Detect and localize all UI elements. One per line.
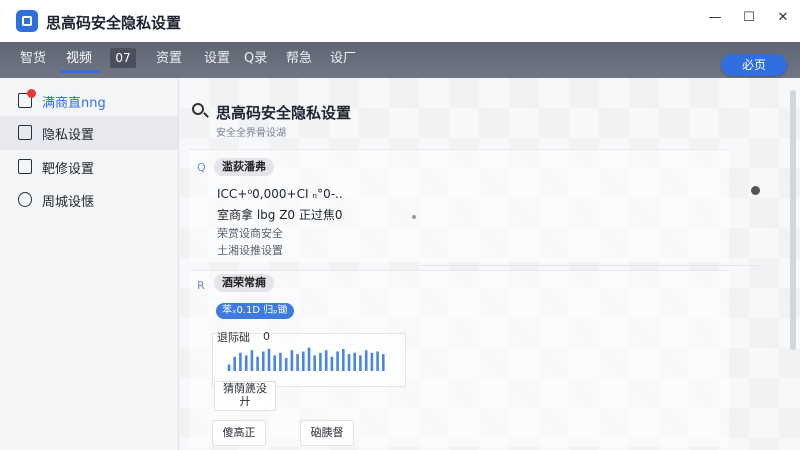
menu-item-2[interactable]: 资置 [156, 50, 182, 68]
sparkline-bar [302, 351, 305, 371]
sparkline-bar [347, 354, 351, 371]
left-action-button[interactable]: 傻高正 [212, 420, 266, 446]
sparkline-bar [364, 350, 368, 371]
status-pill[interactable]: 苯ₓ0.1D 归ₚ锄 [216, 303, 294, 319]
sparkline-bar [273, 355, 276, 371]
sparkline-bar [313, 355, 316, 371]
divider [420, 265, 760, 266]
window-title: 思高码安全隐私设置 [46, 14, 182, 32]
sparkline-bar [382, 354, 385, 371]
page-subtitle: 安全全界骨设湖 [216, 128, 286, 139]
sparkline-bar [279, 352, 282, 371]
minimize-button[interactable]: — [700, 8, 730, 28]
notification-badge [27, 89, 36, 98]
sparkline-bar [353, 352, 356, 371]
sparkline-bar [267, 348, 271, 371]
sidebar-item-0[interactable]: 满商直nng [0, 84, 178, 118]
stat-value: 0 [263, 330, 270, 343]
sparkline-bar [296, 354, 299, 371]
info-line-2: 室商拿 lbg Z0 正过焦0 [217, 208, 343, 222]
sidebar-item-label: 靶修设置 [42, 162, 95, 177]
help-icon[interactable] [751, 186, 760, 195]
maximize-button[interactable]: ☐ [734, 8, 764, 28]
scrollbar-thumb[interactable] [790, 90, 796, 350]
menu-item-5[interactable]: 帮急 [286, 50, 312, 68]
sparkline-bar [290, 350, 294, 371]
menu-item-6[interactable]: 设厂 [330, 50, 356, 68]
sparkline-bar [324, 350, 328, 371]
sparkline-bar [336, 351, 339, 371]
sparkline-bar [227, 364, 231, 371]
sidebar: 满商直nng 隐私设置 靶修设置 周城设惬 [0, 78, 179, 450]
active-tab-indicator [60, 70, 100, 73]
menu-item-0[interactable]: 智货 [20, 50, 46, 68]
sidebar-item-label: 周城设惬 [42, 195, 95, 210]
sidebar-item-2[interactable]: 靶修设置 [0, 150, 178, 184]
page-title: 思高码安全隐私设置 [216, 104, 352, 122]
sparkline-bar [330, 356, 334, 371]
stepper-value: 廾 [239, 395, 251, 408]
sparkline-bar [342, 348, 345, 371]
close-button[interactable]: ✕ [768, 8, 798, 28]
sparkline-bar [233, 356, 236, 371]
stat-label: 退际础 [217, 331, 250, 344]
menu-item-3[interactable]: 设置 [204, 50, 230, 68]
sparkline-bar [307, 347, 311, 371]
title-bar: 思高码安全隐私设置 — ☐ ✕ [0, 0, 800, 42]
section-2-icon: R [197, 279, 205, 292]
page-icon [18, 159, 32, 174]
menu-item-1[interactable]: 视频 [66, 50, 92, 68]
search-small-icon: Q [197, 161, 206, 174]
bar-sparkline [227, 347, 385, 371]
info-link-2[interactable]: 土湘设推设置 [217, 242, 283, 258]
top-action-button[interactable]: 必页 [721, 54, 787, 76]
sparkline-bar [284, 358, 288, 371]
sparkline-bar [250, 350, 254, 371]
sidebar-item-label: 隐私设置 [42, 128, 95, 143]
sidebar-item-3[interactable]: 周城设惬 [0, 183, 178, 217]
menu-number-box[interactable]: 07 [110, 48, 136, 68]
gear-icon [18, 192, 32, 207]
sparkline-bar [244, 355, 248, 371]
section-tag-2: 酒荣常痈 [214, 274, 274, 292]
sparkline-bar [319, 352, 322, 371]
section-tag-1: 滥荻潘弗 [214, 158, 274, 176]
menu-item-4[interactable]: Q录 [244, 50, 267, 68]
sparkline-bar [376, 351, 379, 371]
search-icon[interactable] [192, 103, 204, 115]
stepper-label: 猜荫篪没 [223, 382, 267, 395]
loading-dot [412, 215, 416, 219]
sidebar-item-label: 满商直nng [42, 96, 106, 111]
app-logo-icon [16, 10, 38, 32]
info-line-1: ICC+⁰0,000+CⅠ ₙ°0-.. [217, 187, 343, 201]
sparkline-bar [239, 352, 242, 371]
document-icon [18, 125, 32, 140]
sidebar-item-1[interactable]: 隐私设置 [0, 116, 178, 150]
sparkline-bar [359, 355, 362, 371]
info-link-1[interactable]: 荣赏设商安全 [217, 225, 283, 241]
right-action-button[interactable]: 硇胰督 [300, 420, 354, 446]
sparkline-bar [262, 351, 265, 371]
sparkline-bar [370, 352, 374, 371]
sparkline-bar [256, 356, 259, 371]
stepper-control[interactable]: 猜荫篪没 廾 [214, 381, 276, 411]
